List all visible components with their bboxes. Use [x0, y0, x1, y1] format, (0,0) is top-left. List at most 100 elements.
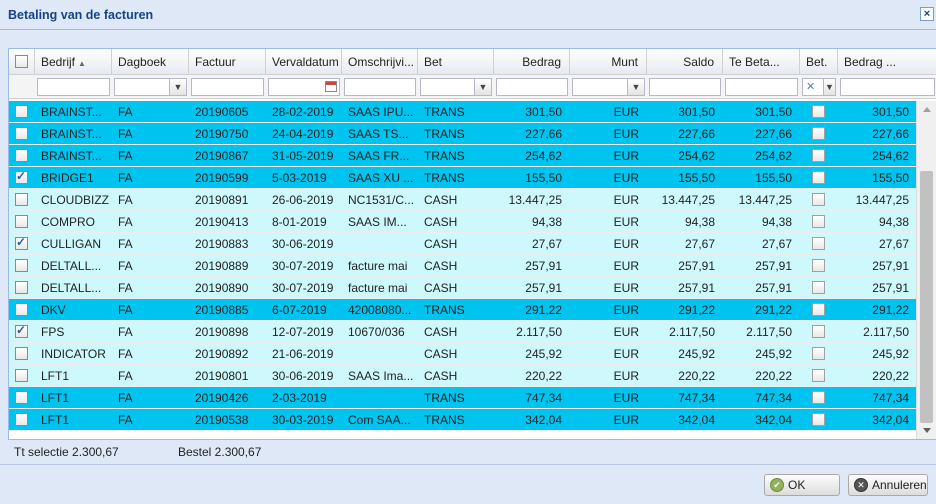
- col-bet-flag[interactable]: Bet.: [800, 49, 838, 75]
- bet-flag-checkbox[interactable]: [812, 391, 825, 404]
- table-row[interactable]: DKV FA 20190885 6-07-2019 42008080... TRANS 29…: [9, 299, 917, 321]
- col-bedrag2[interactable]: Bedrag ...: [838, 49, 936, 75]
- bet-flag-checkbox[interactable]: [812, 193, 825, 206]
- row-select-checkbox[interactable]: [15, 169, 28, 184]
- bet-flag-checkbox[interactable]: [812, 171, 825, 184]
- chevron-down-icon[interactable]: ▼: [474, 79, 491, 95]
- col-saldo[interactable]: Saldo: [647, 49, 723, 75]
- bet-flag-checkbox[interactable]: [812, 303, 825, 316]
- scroll-thumb[interactable]: [920, 171, 933, 423]
- cell-bet: CASH: [424, 347, 458, 361]
- table-row[interactable]: LFT1 FA 20190801 30-06-2019 SAAS Ima... CASH 2…: [9, 365, 917, 387]
- calendar-icon[interactable]: [325, 81, 337, 92]
- bet-flag-checkbox[interactable]: [812, 369, 825, 382]
- col-factuur[interactable]: Factuur: [189, 49, 266, 75]
- select-all-checkbox[interactable]: [15, 55, 28, 68]
- bet-flag-checkbox[interactable]: [812, 413, 825, 426]
- cell-omschrijving: [342, 233, 418, 255]
- cell-factuur: 20190898: [195, 325, 249, 339]
- filter-dagboek-combo[interactable]: ▼: [114, 78, 187, 96]
- filter-row: ▼ ▼ ▼ ✕ ▼: [9, 75, 936, 99]
- scroll-up-icon[interactable]: [923, 107, 931, 112]
- cell-te-betalen: 257,91: [755, 281, 792, 295]
- row-select-checkbox[interactable]: [15, 127, 28, 140]
- table-row[interactable]: CLOUDBIZZ FA 20190891 26-06-2019 NC1531/C...…: [9, 189, 917, 211]
- row-select-checkbox[interactable]: [15, 323, 28, 338]
- cell-factuur: 20190883: [195, 237, 249, 251]
- bet-flag-checkbox[interactable]: [812, 105, 825, 118]
- col-vervaldatum[interactable]: Vervaldatum: [266, 49, 342, 75]
- row-select-checkbox[interactable]: [15, 369, 28, 382]
- table-row[interactable]: CULLIGAN FA 20190883 30-06-2019 CASH 27,67 EUR…: [9, 233, 917, 255]
- cell-omschrijving: SAAS XU ...: [348, 171, 414, 185]
- chevron-down-icon[interactable]: ▼: [169, 79, 186, 95]
- table-row[interactable]: COMPRO FA 20190413 8-01-2019 SAAS IM... CASH 9…: [9, 211, 917, 233]
- ok-button[interactable]: ✔ OK: [764, 474, 840, 496]
- table-row[interactable]: BRIDGE1 FA 20190599 5-03-2019 SAAS XU ... TRA…: [9, 167, 917, 189]
- filter-bet-combo[interactable]: ▼: [420, 78, 492, 96]
- cell-factuur: 20190885: [195, 303, 249, 317]
- col-te-betalen[interactable]: Te Beta...: [723, 49, 800, 75]
- cell-vervaldatum: 21-06-2019: [272, 347, 334, 361]
- filter-saldo-input[interactable]: [649, 78, 721, 96]
- scroll-down-icon[interactable]: [923, 428, 931, 433]
- table-row[interactable]: INDICATOR FA 20190892 21-06-2019 CASH 245,92 E…: [9, 343, 917, 365]
- header-select-all[interactable]: [9, 49, 35, 75]
- row-select-checkbox[interactable]: [15, 281, 28, 294]
- bet-flag-checkbox[interactable]: [812, 325, 825, 338]
- chevron-down-icon[interactable]: ▼: [627, 79, 644, 95]
- cancel-button[interactable]: ✕ Annuleren: [848, 474, 928, 496]
- bet-flag-checkbox[interactable]: [812, 347, 825, 360]
- row-select-checkbox[interactable]: [15, 259, 28, 272]
- cell-dagboek: FA: [118, 413, 133, 427]
- row-select-checkbox[interactable]: [15, 347, 28, 360]
- cell-factuur: 20190891: [195, 193, 249, 207]
- filter-munt-combo[interactable]: ▼: [572, 78, 645, 96]
- filter-bet-flag-combo[interactable]: ✕ ▼: [802, 78, 836, 96]
- row-select-checkbox[interactable]: [15, 235, 28, 250]
- filter-bedrijf-input[interactable]: [37, 78, 110, 96]
- cell-munt: EUR: [613, 325, 639, 339]
- row-select-checkbox[interactable]: [15, 303, 28, 316]
- table-row[interactable]: LFT1 FA 20190538 30-03-2019 Com SAA... TRANS 3…: [9, 409, 917, 431]
- col-bedrijf[interactable]: Bedrijf ▲: [35, 49, 112, 75]
- cell-bedrag2: 2.117,50: [863, 325, 909, 339]
- row-select-checkbox[interactable]: [15, 413, 28, 426]
- clear-icon[interactable]: ✕: [806, 79, 815, 95]
- vertical-scrollbar[interactable]: [916, 101, 936, 439]
- table-row[interactable]: BRAINST... FA 20190750 24-04-2019 SAAS TS...…: [9, 123, 917, 145]
- filter-bedrag2-input[interactable]: [840, 78, 935, 96]
- row-select-checkbox[interactable]: [15, 215, 28, 228]
- table-row[interactable]: DELTALL... FA 20190890 30-07-2019 facture ma…: [9, 277, 917, 299]
- filter-omschrijving-input[interactable]: [344, 78, 416, 96]
- bet-flag-checkbox[interactable]: [812, 127, 825, 140]
- cell-bedrag: 227,66: [525, 127, 562, 141]
- filter-bedrag-input[interactable]: [496, 78, 568, 96]
- filter-factuur-input[interactable]: [191, 78, 264, 96]
- col-dagboek[interactable]: Dagboek: [112, 49, 189, 75]
- col-omschrijving[interactable]: Omschrijvi...: [342, 49, 418, 75]
- row-select-checkbox[interactable]: [15, 149, 28, 162]
- filter-te-betalen-input[interactable]: [725, 78, 798, 96]
- table-row[interactable]: DELTALL... FA 20190889 30-07-2019 facture ma…: [9, 255, 917, 277]
- cell-bedrijf: CLOUDBIZZ: [41, 193, 110, 207]
- row-select-checkbox[interactable]: [15, 391, 28, 404]
- filter-vervaldatum-date[interactable]: [268, 78, 340, 96]
- cell-bedrag: 245,92: [525, 347, 562, 361]
- row-select-checkbox[interactable]: [15, 105, 28, 118]
- table-row[interactable]: FPS FA 20190898 12-07-2019 10670/036 CASH 2.11…: [9, 321, 917, 343]
- table-row[interactable]: BRAINST... FA 20190867 31-05-2019 SAAS FR...…: [9, 145, 917, 167]
- bet-flag-checkbox[interactable]: [812, 215, 825, 228]
- bet-flag-checkbox[interactable]: [812, 149, 825, 162]
- bet-flag-checkbox[interactable]: [812, 259, 825, 272]
- table-row[interactable]: LFT1 FA 20190426 2-03-2019 TRANS 747,34 EUR 747…: [9, 387, 917, 409]
- bet-flag-checkbox[interactable]: [812, 281, 825, 294]
- row-select-checkbox[interactable]: [15, 193, 28, 206]
- table-row[interactable]: BRAINST... FA 20190605 28-02-2019 SAAS IPU..…: [9, 101, 917, 123]
- col-bet[interactable]: Bet: [418, 49, 494, 75]
- close-icon[interactable]: ×: [920, 7, 934, 21]
- chevron-down-icon[interactable]: ▼: [823, 79, 835, 95]
- col-bedrag[interactable]: Bedrag: [494, 49, 570, 75]
- col-munt[interactable]: Munt: [570, 49, 647, 75]
- bet-flag-checkbox[interactable]: [812, 237, 825, 250]
